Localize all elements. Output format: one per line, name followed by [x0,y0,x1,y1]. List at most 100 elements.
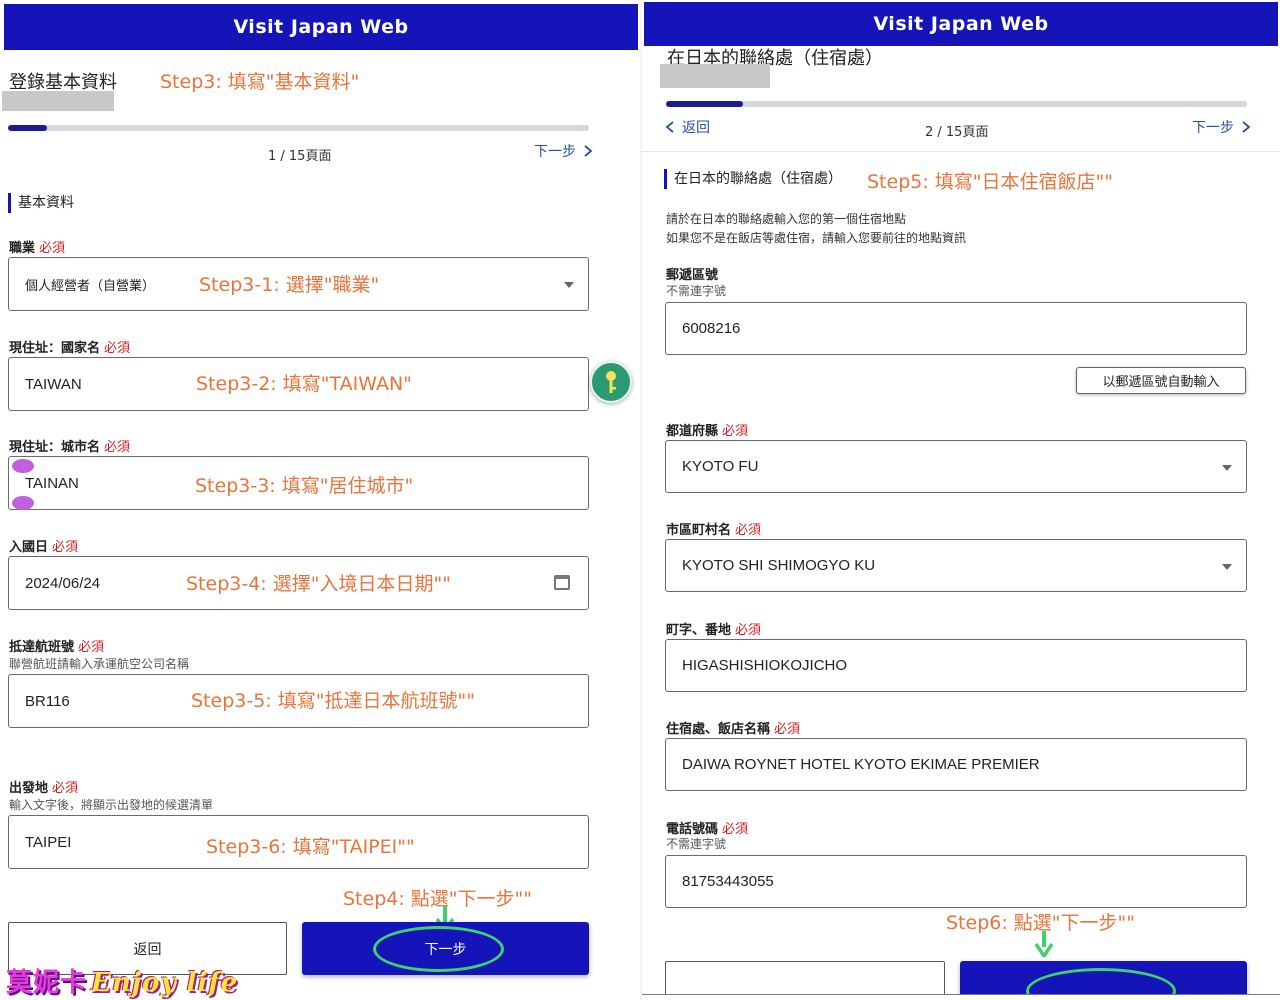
description: 請於在日本的聯絡處輸入您的第一個住宿地點 如果您不是在飯店等處住宿，請輸入您要前… [666,210,966,248]
required-mark: 必須 [78,640,105,655]
required-mark: 必須 [735,623,762,638]
next-link-label: 下一步 [1192,120,1234,136]
calendar-icon[interactable] [554,575,570,590]
required-mark: 必須 [722,424,749,439]
flight-hint: 聯營航班請輸入承運航空公司名稱 [9,657,190,671]
postal-autofill-label: 以郵遞區號自動輸入 [1102,375,1220,390]
prefecture-select[interactable]: KYOTO FU [665,440,1247,493]
step3-3-annotation: Step3-3: 填寫"居住城市" [195,475,414,497]
step3-6-annotation: Step3-6: 填寫"TAIPEI"" [206,836,415,858]
municipality-select[interactable]: KYOTO SHI SHIMOGYO KU [665,539,1247,592]
viewport-edge [642,994,1280,1000]
page-count: 2 / 15頁面 [925,125,989,140]
municipality-label-text: 市區町村名 [666,523,732,538]
left-panel-basic-info: Visit Japan Web 登錄基本資料 Step3: 填寫"基本資料" 1… [0,0,640,1000]
help-key-icon [606,371,616,393]
right-panel-contact-info: Visit Japan Web 在日本的聯絡處（住宿處） 返回 2 / 15頁面… [642,0,1280,1000]
down-arrow-icon [1035,931,1053,957]
required-mark: 必須 [104,341,131,356]
progress-bar [8,125,589,131]
required-mark: 必須 [104,440,131,455]
step5-annotation: Step5: 填寫"日本住宿飯店"" [867,171,1114,193]
watermark-en: Enjoy life [91,968,239,998]
hotel-label-text: 住宿處、飯店名稱 [666,722,771,737]
postal-code-input[interactable]: 6008216 [665,302,1247,355]
occupation-label: 職業 必須 [9,237,65,256]
municipality-value: KYOTO SHI SHIMOGYO KU [682,557,876,574]
street-value: HIGASHISHIOKOJICHO [682,657,848,674]
chevron-down-icon [1222,464,1232,471]
postal-label: 郵遞區號 [666,268,719,283]
entry-date-label-text: 入國日 [9,540,49,555]
app-title: Visit Japan Web [873,13,1049,35]
chevron-right-icon [584,145,593,157]
back-link-label: 返回 [682,120,710,136]
app-header: Visit Japan Web [4,4,638,50]
departure-label: 出發地 必須 [9,777,78,796]
redacted-block [660,64,770,88]
next-link[interactable]: 下一步 [534,141,594,161]
help-button[interactable] [590,361,632,403]
country-label: 現住址：國家名 必須 [9,337,130,356]
app-header: Visit Japan Web [644,2,1278,46]
flight-label-text: 抵達航班號 [9,640,75,655]
progress-fill [8,125,47,131]
app-title: Visit Japan Web [233,16,409,38]
chevron-right-icon [1242,121,1251,133]
city-label-text: 現住址：城市名 [9,440,101,455]
progress-bar [666,101,1247,107]
redacted-block [2,91,114,111]
entry-date-value: 2024/06/24 [25,574,101,592]
occupation-value: 個人經營者（自營業） [25,278,156,294]
municipality-label: 市區町村名 必須 [666,519,761,538]
required-mark: 必須 [52,540,79,555]
entry-date-label: 入國日 必須 [9,536,78,555]
section-title: 在日本的聯絡處（住宿處） [664,169,842,189]
phone-value: 81753443055 [682,873,774,890]
chevron-left-icon [665,121,674,133]
street-label-text: 町字、番地 [666,623,732,638]
phone-hint: 不需連字號 [666,837,727,851]
next-link-label: 下一步 [534,144,576,160]
departure-value: TAIPEI [25,833,72,851]
street-label: 町字、番地 必須 [666,619,761,638]
required-mark: 必須 [39,241,66,256]
departure-hint: 輸入文字後，將顯示出發地的候選清單 [9,798,214,812]
prefecture-label: 都道府縣 必須 [666,420,748,439]
step3-1-annotation: Step3-1: 選擇"職業" [199,274,380,296]
back-link[interactable]: 返回 [664,117,710,137]
postal-code-value: 6008216 [682,320,741,337]
hotel-label: 住宿處、飯店名稱 必須 [666,718,800,737]
hotel-name-value: DAIWA ROYNET HOTEL KYOTO EKIMAE PREMIER [682,756,1040,773]
watermark-cn: 莫妮卡 [6,968,88,998]
back-button-label: 返回 [133,941,162,958]
city-value: TAINAN [25,474,79,492]
phone-input[interactable]: 81753443055 [665,855,1247,908]
street-input[interactable]: HIGASHISHIOKOJICHO [665,639,1247,692]
step3-2-annotation: Step3-2: 填寫"TAIWAN" [196,373,412,395]
postal-autofill-button[interactable]: 以郵遞區號自動輸入 [1076,367,1246,394]
section-title: 基本資料 [8,193,74,213]
description-line: 如果您不是在飯店等處住宿，請輸入您要前往的地點資訊 [666,231,967,245]
postal-hint: 不需連字號 [666,284,727,298]
flight-number-value: BR116 [25,692,70,710]
chevron-down-icon [1222,563,1232,570]
country-value: TAIWAN [25,375,82,393]
text-cursor-handle-bottom [12,496,34,510]
occupation-label-text: 職業 [9,241,36,256]
next-link[interactable]: 下一步 [1192,117,1252,137]
city-label: 現住址：城市名 必須 [9,436,130,455]
step3-annotation: Step3: 填寫"基本資料" [160,71,360,93]
required-mark: 必須 [52,781,79,796]
chevron-down-icon [564,282,574,288]
flight-label: 抵達航班號 必須 [9,636,104,655]
step3-5-annotation: Step3-5: 填寫"抵達日本航班號"" [191,690,475,712]
progress-fill [666,101,744,107]
prefecture-value: KYOTO FU [682,458,759,475]
departure-label-text: 出發地 [9,781,49,796]
hotel-name-input[interactable]: DAIWA ROYNET HOTEL KYOTO EKIMAE PREMIER [665,738,1247,791]
highlight-oval [373,926,504,972]
watermark: 莫妮卡 Enjoy life [6,962,238,999]
description-line: 請於在日本的聯絡處輸入您的第一個住宿地點 [666,212,907,226]
country-label-text: 現住址：國家名 [9,341,101,356]
